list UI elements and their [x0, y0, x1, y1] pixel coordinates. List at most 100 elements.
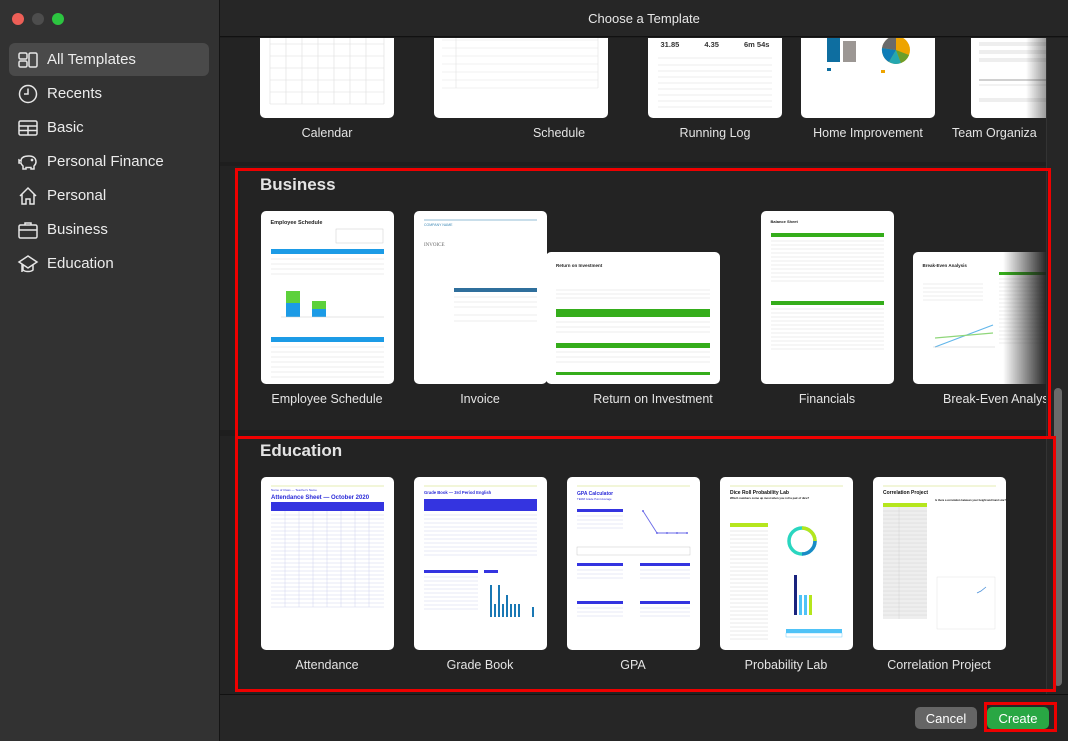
template-card-probability-lab[interactable]: Dice Roll Probability Lab Which numbers …: [719, 477, 853, 672]
window-controls: [12, 13, 64, 25]
template-label: Team Organiza: [952, 126, 1037, 140]
graduation-cap-icon: [17, 253, 39, 275]
grade-book-preview: Grade Book — 3rd Period English: [423, 485, 537, 617]
close-window-button[interactable]: [12, 13, 24, 25]
sidebar-item-education[interactable]: Education: [9, 247, 209, 280]
table-icon: [17, 117, 39, 139]
template-card-invoice[interactable]: COMPANY NAME INVOICE Invoice: [413, 211, 547, 406]
template-card-grade-book[interactable]: Grade Book — 3rd Period English Grade Bo…: [413, 477, 547, 672]
template-label: Schedule: [532, 126, 586, 140]
template-chooser: Choose a Template Calendar Schedule 31.8…: [220, 0, 1068, 741]
template-label: Employee Schedule: [271, 392, 383, 406]
template-label: Grade Book: [446, 658, 514, 672]
all-templates-icon: [17, 49, 39, 71]
gpa-preview: GPA Calculator TERM Grade Point Average: [576, 485, 690, 617]
template-label: Calendar: [301, 126, 353, 140]
roi-preview: [556, 289, 710, 375]
running-log-table: [658, 57, 772, 108]
template-label: GPA: [620, 658, 646, 672]
window-title: Choose a Template: [588, 10, 700, 26]
template-thumbnail: Balance Sheet: [760, 211, 894, 384]
cancel-button[interactable]: Cancel: [915, 707, 977, 729]
sidebar-item-label: Personal Finance: [47, 153, 164, 170]
template-card-team-organization[interactable]: Team Organiza: [952, 38, 1046, 140]
clock-icon: [17, 83, 39, 105]
template-label: Financials: [798, 392, 856, 406]
template-label: Probability Lab: [744, 658, 828, 672]
sidebar-item-label: Business: [47, 221, 108, 238]
template-card-schedule[interactable]: Schedule: [434, 38, 608, 140]
thumbnail-title: Attendance Sheet — October 2020: [271, 495, 370, 501]
template-thumbnail: GPA Calculator TERM Grade Point Average: [566, 477, 700, 650]
team-organization-preview: [979, 42, 1046, 102]
title-bar: Choose a Template: [220, 0, 1068, 37]
invoice-heading: INVOICE: [424, 243, 445, 248]
sidebar-item-all-templates[interactable]: All Templates: [9, 43, 209, 76]
probability-lab-preview: Dice Roll Probability Lab Which numbers …: [729, 485, 843, 640]
briefcase-icon: [17, 219, 39, 241]
template-label: Return on Investment: [593, 392, 713, 406]
template-card-correlation-project[interactable]: Correlation Project Is there a correlati…: [872, 477, 1006, 672]
scrollbar-thumb[interactable]: [1054, 388, 1062, 686]
invoice-preview: COMPANY NAME INVOICE: [423, 219, 537, 322]
template-card-running-log[interactable]: 31.85 4.35 6m 54s Running Log: [648, 38, 782, 140]
thumbnail-subtitle: TERM Grade Point Average: [577, 497, 612, 501]
template-card-return-on-investment[interactable]: Return on Investment Return on Investmen…: [546, 252, 720, 406]
piggy-bank-icon: [17, 151, 39, 173]
thumbnail-subtitle: Is there a correlation between your heig…: [935, 498, 1006, 502]
template-thumbnail: Name of Class — Teacher's Name Attendanc…: [260, 477, 394, 650]
create-button[interactable]: Create: [987, 707, 1049, 729]
template-card-gpa[interactable]: GPA Calculator TERM Grade Point Average: [566, 477, 700, 672]
sidebar-item-personal-finance[interactable]: Personal Finance: [9, 145, 209, 178]
template-card-partial[interactable]: 202: [1025, 518, 1046, 650]
template-thumbnail: Correlation Project Is there a correlati…: [872, 477, 1006, 650]
template-thumbnail: [434, 38, 608, 118]
gallery-scrollbar[interactable]: [1046, 38, 1068, 694]
house-icon: [17, 185, 39, 207]
template-thumbnail: Dice Roll Probability Lab Which numbers …: [719, 477, 853, 650]
sidebar-item-label: Basic: [47, 119, 84, 136]
template-thumbnail: 31.85 4.35 6m 54s: [648, 38, 782, 118]
template-label: Home Improvement: [813, 126, 923, 140]
calendar-preview: [269, 38, 385, 105]
sidebar-item-basic[interactable]: Basic: [9, 111, 209, 144]
sidebar-item-label: All Templates: [47, 51, 136, 68]
company-name: COMPANY NAME: [424, 223, 453, 227]
template-label: Running Log: [679, 126, 751, 140]
section-title-business: Business: [260, 175, 336, 194]
sidebar: All Templates Recents Basic Personal Fin…: [0, 0, 220, 741]
zoom-window-button[interactable]: [52, 13, 64, 25]
sidebar-item-label: Recents: [47, 85, 103, 102]
template-card-calendar[interactable]: Calendar: [260, 38, 394, 140]
sidebar-item-recents[interactable]: Recents: [9, 77, 209, 110]
section-title-education: Education: [260, 441, 343, 460]
sidebar-list: All Templates Recents Basic Personal Fin…: [9, 43, 209, 281]
template-card-home-improvement[interactable]: Home Improvement: [801, 38, 935, 140]
template-label: Attendance: [295, 658, 359, 672]
thumbnail-subtitle: Which numbers come up most when you roll…: [730, 496, 810, 500]
schedule-preview: [442, 38, 599, 89]
correlation-project-preview: Correlation Project Is there a correlati…: [882, 485, 1006, 630]
thumbnail-subtitle: Name of Class — Teacher's Name: [271, 488, 317, 492]
break-even-preview: [922, 272, 1046, 348]
template-thumbnail: [260, 38, 394, 118]
template-gallery[interactable]: Calendar Schedule 31.85 4.35 6m 54s Runn…: [220, 38, 1046, 694]
financials-preview: [770, 233, 884, 350]
sidebar-item-business[interactable]: Business: [9, 213, 209, 246]
business-section: Business Employee Schedule Employee Sche…: [220, 166, 1046, 430]
template-thumbnail: Break-Even Analysis: [912, 252, 1046, 384]
template-card-attendance[interactable]: Name of Class — Teacher's Name Attendanc…: [260, 477, 394, 672]
template-thumbnail: Return on Investment: [546, 252, 720, 384]
template-card-employee-schedule[interactable]: Employee Schedule Employee Schedule: [260, 211, 394, 406]
education-section: Education Name of Class — Teacher's Name…: [220, 436, 1046, 694]
sidebar-item-label: Personal: [47, 187, 107, 204]
attendance-preview: Name of Class — Teacher's Name Attendanc…: [270, 485, 384, 608]
minimize-window-button[interactable]: [32, 13, 44, 25]
template-thumbnail: [801, 38, 935, 118]
template-thumbnail: Employee Schedule: [260, 211, 394, 384]
sidebar-item-personal[interactable]: Personal: [9, 179, 209, 212]
personal-section: Calendar Schedule 31.85 4.35 6m 54s Runn…: [220, 38, 1046, 162]
template-card-financials[interactable]: Balance Sheet Financials: [760, 211, 894, 406]
employee-schedule-preview: [270, 228, 384, 378]
template-card-break-even-analysis[interactable]: Break-Even Analysis Break-Even Analys: [912, 252, 1046, 406]
